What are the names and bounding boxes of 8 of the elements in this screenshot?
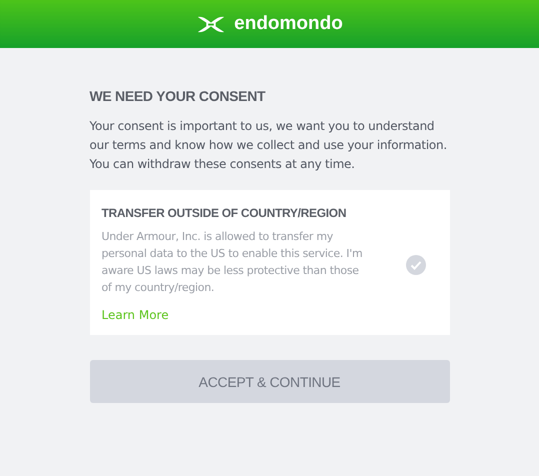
checkbox-icon[interactable] [406, 254, 426, 274]
brand-name: endomondo [234, 13, 343, 35]
consent-title: TRANSFER OUTSIDE OF COUNTRY/REGION [102, 206, 348, 220]
consent-heading: WE NEED YOUR CONSENT [90, 88, 266, 104]
intro-text: Your consent is important to us, we want you to understand our terms and know how we collect and use your information. You can withdraw these consents at any time. [90, 118, 448, 173]
consent-text: Under Armour, Inc. is allowed to transfer my personal data to the US to enable this service. I'm aware US laws may be less protective than those of my country/region. [102, 229, 364, 296]
logo-icon [196, 14, 226, 34]
learn-more-link[interactable]: Learn More [102, 308, 169, 322]
